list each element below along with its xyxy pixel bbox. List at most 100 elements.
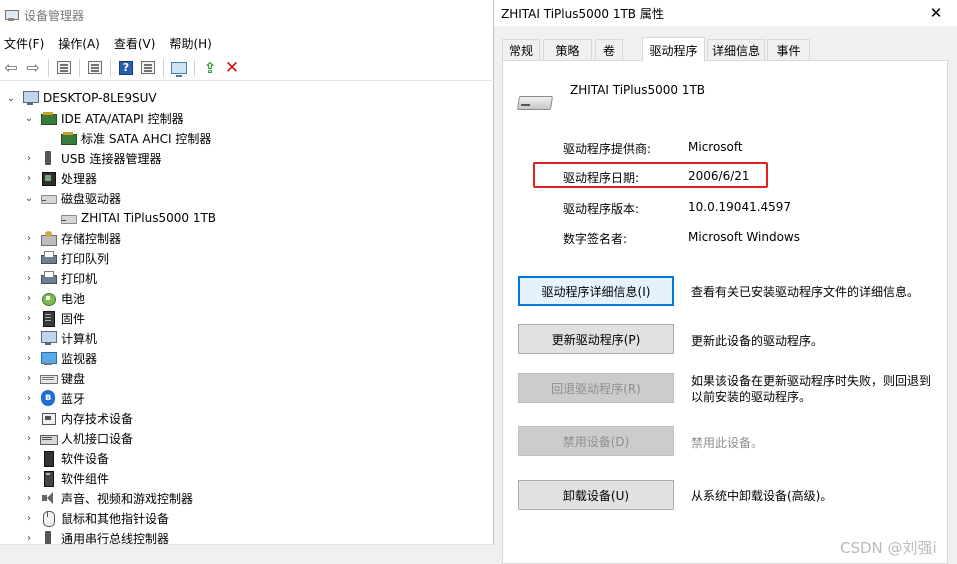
menu-action[interactable]: 操作(A) [54, 35, 104, 52]
tree-item[interactable]: ⌄ IDE ATA/ATAPI 控制器 [22, 108, 184, 128]
tree-item-label: USB 连接器管理器 [61, 151, 162, 166]
driver-provider-value: Microsoft [688, 140, 743, 154]
disable-device-description: 禁用此设备。 [691, 436, 764, 450]
tree-item[interactable]: › 软件组件 [22, 468, 109, 488]
collapsed-chevron-icon[interactable]: › [22, 473, 36, 484]
collapsed-chevron-icon[interactable]: › [22, 493, 36, 504]
help-button[interactable]: ? [116, 58, 136, 78]
driver-version-value: 10.0.19041.4597 [688, 200, 792, 214]
tab-volumes[interactable]: 卷 [595, 39, 623, 61]
tree-item-label: 磁盘驱动器 [61, 191, 122, 206]
tree-item[interactable]: › 内存技术设备 [22, 408, 133, 428]
tab-events[interactable]: 事件 [767, 39, 810, 61]
collapsed-chevron-icon[interactable]: › [22, 513, 36, 524]
uninstall-device-button[interactable]: 卸载设备(U) [518, 480, 674, 510]
collapsed-chevron-icon[interactable]: › [22, 273, 36, 284]
collapsed-chevron-icon[interactable]: › [22, 413, 36, 424]
tree-item-label: 监视器 [61, 351, 98, 366]
horizontal-scrollbar[interactable] [0, 544, 494, 564]
tree-item-label: 电池 [61, 291, 86, 306]
collapsed-chevron-icon[interactable]: › [22, 373, 36, 384]
collapsed-chevron-icon[interactable]: › [22, 293, 36, 304]
tab-driver[interactable]: 驱动程序 [642, 37, 705, 62]
properties-titlebar: ZHITAI TiPlus5000 1TB 属性 ✕ [494, 0, 957, 26]
update-driver-description: 更新此设备的驱动程序。 [691, 334, 824, 348]
battery-icon [40, 290, 56, 306]
tree-item-label: 内存技术设备 [61, 411, 134, 426]
toolbar-separator [110, 58, 111, 77]
collapsed-chevron-icon[interactable]: › [22, 393, 36, 404]
tree-item[interactable]: ⌄ 磁盘驱动器 [22, 188, 121, 208]
collapsed-chevron-icon[interactable]: › [22, 333, 36, 344]
tree-item[interactable]: › 计算机 [22, 328, 97, 348]
driver-date-label: 驱动程序日期: [563, 171, 640, 185]
device-manager-titlebar: 设备管理器 [0, 0, 494, 30]
toolbar-separator [194, 58, 195, 77]
tree-item[interactable]: › USB 连接器管理器 [22, 148, 161, 168]
uninstall-device-description: 从系统中卸载设备(高级)。 [691, 489, 833, 503]
tree-item[interactable]: › 处理器 [22, 168, 97, 188]
collapsed-chevron-icon[interactable]: › [22, 173, 36, 184]
computer-icon [22, 90, 39, 106]
expanded-chevron-icon[interactable]: ⌄ [4, 93, 18, 104]
collapsed-chevron-icon[interactable]: › [22, 433, 36, 444]
tree-item[interactable]: › 蓝牙 [22, 388, 85, 408]
menu-view[interactable]: 查看(V) [110, 35, 160, 52]
tree-item[interactable]: ⌄ DESKTOP-8LE9SUV [4, 88, 157, 108]
roll-back-driver-button[interactable]: 回退驱动程序(R) [518, 373, 674, 403]
tree-item[interactable]: › 键盘 [22, 368, 85, 388]
toolbar: ⇦ ⇨ ? ⇪ ✕ [0, 55, 494, 81]
toolbar-separator [48, 58, 49, 77]
tree-item[interactable]: › 人机接口设备 [22, 428, 133, 448]
collapsed-chevron-icon[interactable]: › [22, 533, 36, 544]
tree-item[interactable]: › 打印队列 [22, 248, 109, 268]
tab-details[interactable]: 详细信息 [707, 39, 765, 61]
disable-device-button[interactable]: 禁用设备(D) [518, 426, 674, 456]
driver-version-label: 驱动程序版本: [563, 202, 640, 216]
tree-item[interactable]: › 通用串行总线控制器 [22, 528, 169, 544]
tree-item[interactable]: › 打印机 [22, 268, 97, 288]
tree-item-label: 通用串行总线控制器 [61, 531, 170, 545]
collapsed-chevron-icon[interactable]: › [22, 233, 36, 244]
tree-item[interactable]: › 电池 [22, 288, 85, 308]
expanded-chevron-icon[interactable]: ⌄ [22, 113, 36, 124]
tree-item-label: ZHITAI TiPlus5000 1TB [81, 211, 217, 225]
driver-details-button[interactable]: 驱动程序详细信息(I) [518, 276, 674, 306]
storage-controller-icon [40, 230, 57, 246]
show-action-pane-button[interactable] [138, 58, 158, 78]
tree-item[interactable]: › 存储控制器 [22, 228, 121, 248]
collapsed-chevron-icon[interactable]: › [22, 153, 36, 164]
menu-help[interactable]: 帮助(H) [165, 35, 215, 52]
show-hide-console-tree-button[interactable] [54, 58, 74, 78]
scan-hardware-button[interactable] [169, 58, 189, 78]
tree-item[interactable]: › 监视器 [22, 348, 97, 368]
expanded-chevron-icon[interactable]: ⌄ [22, 193, 36, 204]
menu-file[interactable]: 文件(F) [0, 35, 48, 52]
tree-item[interactable]: › 声音、视频和游戏控制器 [22, 488, 193, 508]
tree-item[interactable]: 标准 SATA AHCI 控制器 [42, 128, 211, 148]
tab-policies[interactable]: 策略 [543, 39, 592, 61]
tree-item[interactable]: › 固件 [22, 308, 85, 328]
digital-signer-label: 数字签名者: [563, 232, 628, 246]
collapsed-chevron-icon[interactable]: › [22, 353, 36, 364]
tree-item[interactable]: › 软件设备 [22, 448, 109, 468]
software-component-icon [40, 470, 56, 487]
close-button[interactable]: ✕ [925, 2, 947, 24]
collapsed-chevron-icon[interactable]: › [22, 313, 36, 324]
bluetooth-icon [40, 390, 56, 406]
back-button[interactable]: ⇦ [1, 58, 21, 78]
properties-button[interactable] [85, 58, 105, 78]
collapsed-chevron-icon[interactable]: › [22, 453, 36, 464]
console-tree-icon [57, 61, 71, 74]
update-driver-toolbar-button[interactable]: ⇪ [200, 58, 220, 78]
collapsed-chevron-icon[interactable]: › [22, 253, 36, 264]
computer-icon [40, 330, 57, 346]
tree-item[interactable]: ZHITAI TiPlus5000 1TB [42, 208, 216, 228]
driver-details-description: 查看有关已安装驱动程序文件的详细信息。 [691, 285, 920, 299]
tree-item-label: 打印机 [61, 271, 98, 286]
tree-item[interactable]: › 鼠标和其他指针设备 [22, 508, 169, 528]
tab-general[interactable]: 常规 [502, 39, 540, 61]
uninstall-device-toolbar-button[interactable]: ✕ [222, 58, 242, 78]
forward-button[interactable]: ⇨ [23, 58, 43, 78]
update-driver-button[interactable]: 更新驱动程序(P) [518, 324, 674, 354]
